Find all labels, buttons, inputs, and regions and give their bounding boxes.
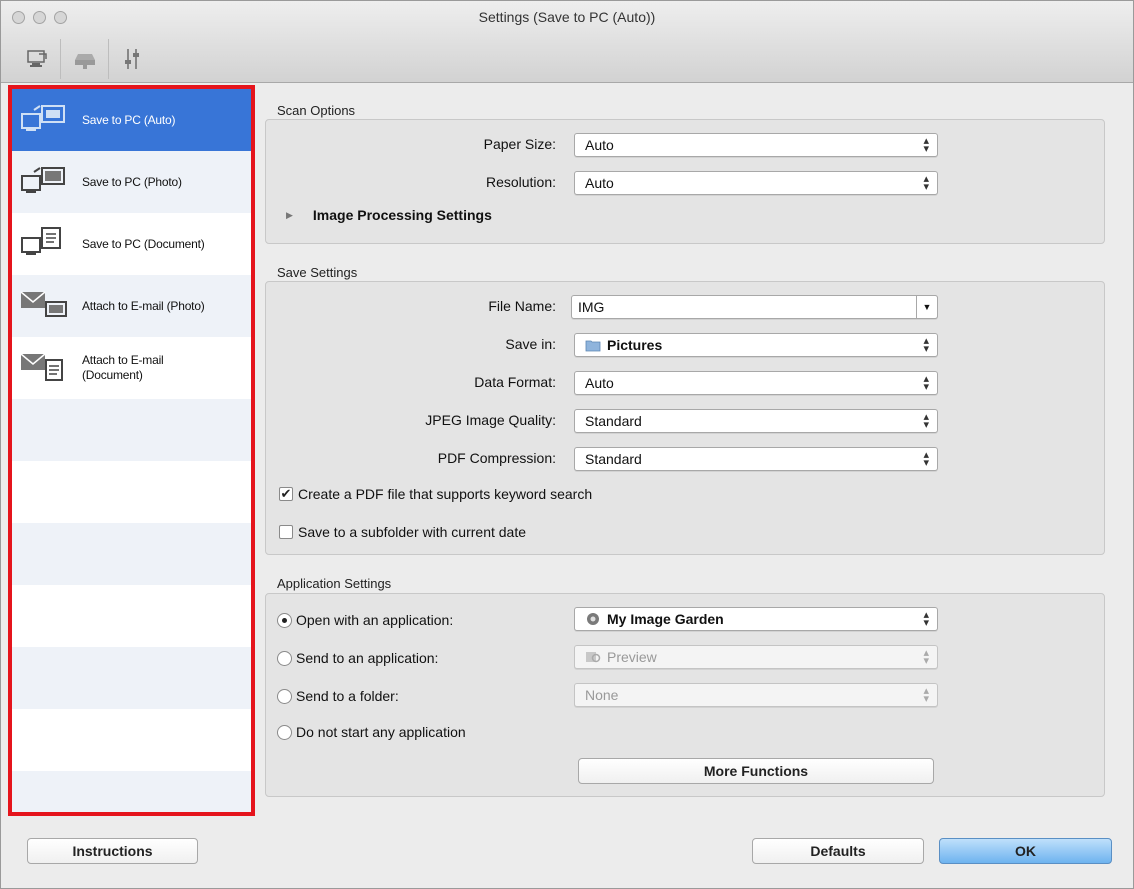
send-to-folder-radio[interactable]: Send to a folder: xyxy=(277,688,399,704)
title-bar: Settings (Save to PC (Auto)) xyxy=(1,1,1133,83)
keyword-search-checkbox[interactable]: ✔ Create a PDF file that supports keywor… xyxy=(279,486,592,502)
radio-selected-icon xyxy=(277,612,292,628)
application-settings-group: Open with an application: My Image Garde… xyxy=(265,593,1105,797)
ok-button[interactable]: OK xyxy=(939,838,1112,864)
more-functions-button[interactable]: More Functions xyxy=(578,758,934,784)
save-to-pc-photo-icon xyxy=(21,167,65,193)
send-to-app-select[interactable]: Preview ▴ ▾ xyxy=(574,645,938,669)
chevron-updown-icon: ▴ ▾ xyxy=(923,411,929,431)
instructions-button[interactable]: Instructions xyxy=(27,838,198,864)
chevron-updown-icon: ▴ ▾ xyxy=(923,373,929,393)
scan-from-computer-icon xyxy=(26,50,47,67)
folder-icon xyxy=(585,340,601,352)
tab-general-settings[interactable] xyxy=(109,39,157,79)
open-with-app-radio[interactable]: Open with an application: xyxy=(277,612,453,628)
save-settings-group: File Name: IMG ▼ Save in: Pictures ▴ ▾ Da… xyxy=(265,281,1105,555)
empty-list-row xyxy=(12,461,251,523)
sidebar-item-label: Attach to E-mail (Document) xyxy=(82,353,164,382)
empty-list-row xyxy=(12,399,251,461)
sidebar-item-save-to-pc-photo[interactable]: Save to PC (Photo) xyxy=(12,151,251,213)
save-to-pc-document-icon xyxy=(21,227,61,255)
save-in-label: Save in: xyxy=(505,336,556,352)
tab-scan-from-operation-panel[interactable] xyxy=(61,39,109,79)
resolution-label: Resolution: xyxy=(485,174,556,190)
defaults-button[interactable]: Defaults xyxy=(752,838,924,864)
chevron-updown-icon: ▴ ▾ xyxy=(923,609,929,629)
empty-list-row xyxy=(12,771,251,812)
preview-app-icon xyxy=(586,652,601,663)
sidebar-item-save-to-pc-document[interactable]: Save to PC (Document) xyxy=(12,213,251,275)
tab-scan-from-computer[interactable] xyxy=(13,39,61,79)
scan-from-operation-panel-icon xyxy=(74,54,95,69)
open-with-app-select[interactable]: My Image Garden ▴ ▾ xyxy=(574,607,938,631)
jpeg-quality-label: JPEG Image Quality: xyxy=(425,412,556,428)
toolbar xyxy=(13,39,157,79)
paper-size-select[interactable]: Auto ▴ ▾ xyxy=(574,133,938,157)
do-not-start-radio[interactable]: Do not start any application xyxy=(277,724,466,740)
send-to-folder-select[interactable]: None ▴ ▾ xyxy=(574,683,938,707)
scan-type-list: Save to PC (Auto) Save to PC (Photo) Sav… xyxy=(8,85,255,816)
attach-email-document-icon xyxy=(20,353,63,381)
save-settings-title: Save Settings xyxy=(277,265,358,280)
pdf-compression-select[interactable]: Standard ▴ ▾ xyxy=(574,447,938,471)
chevron-updown-icon: ▴ ▾ xyxy=(923,647,929,667)
radio-unselected-icon xyxy=(277,688,292,704)
sidebar-item-label: Attach to E-mail (Photo) xyxy=(82,298,205,313)
my-image-garden-icon xyxy=(587,613,599,625)
resolution-select[interactable]: Auto ▴ ▾ xyxy=(574,171,938,195)
scan-options-group: Paper Size: Auto ▴ ▾ Resolution: Auto ▴ ▾ … xyxy=(265,119,1105,244)
radio-unselected-icon xyxy=(277,724,292,740)
empty-list-row xyxy=(12,647,251,709)
file-name-label: File Name: xyxy=(488,298,556,314)
chevron-updown-icon: ▴ ▾ xyxy=(923,335,929,355)
attach-email-photo-icon xyxy=(20,291,67,317)
send-to-app-radio[interactable]: Send to an application: xyxy=(277,650,438,666)
empty-list-row xyxy=(12,585,251,647)
chevron-updown-icon: ▴ ▾ xyxy=(923,173,929,193)
paper-size-label: Paper Size: xyxy=(483,136,556,152)
empty-list-row xyxy=(12,709,251,771)
data-format-label: Data Format: xyxy=(474,374,556,390)
save-to-pc-auto-icon xyxy=(21,105,65,131)
disclosure-triangle-icon: ▶ xyxy=(286,209,293,220)
sidebar-item-attach-email-document[interactable]: Attach to E-mail (Document) xyxy=(12,337,251,399)
data-format-select[interactable]: Auto ▴ ▾ xyxy=(574,371,938,395)
dropdown-arrow-icon[interactable]: ▼ xyxy=(916,295,938,319)
chevron-updown-icon: ▴ ▾ xyxy=(923,135,929,155)
sidebar-item-label: Save to PC (Document) xyxy=(82,236,205,251)
radio-unselected-icon xyxy=(277,650,292,666)
scan-options-title: Scan Options xyxy=(277,103,356,118)
window-title: Settings (Save to PC (Auto)) xyxy=(478,9,656,25)
image-processing-disclosure[interactable]: ▶ Image Processing Settings xyxy=(286,207,492,223)
sidebar-item-label: Save to PC (Auto) xyxy=(82,112,176,127)
pdf-compression-label: PDF Compression: xyxy=(437,450,556,466)
chevron-updown-icon: ▴ ▾ xyxy=(923,685,929,705)
empty-checkbox-icon xyxy=(279,525,293,539)
settings-window: Settings (Save to PC (Auto)) Save to PC … xyxy=(0,0,1134,889)
general-settings-icon xyxy=(125,49,139,69)
sidebar-item-save-to-pc-auto[interactable]: Save to PC (Auto) xyxy=(12,89,251,151)
checkmark-icon: ✔ xyxy=(279,486,293,501)
file-name-combo[interactable]: IMG ▼ xyxy=(571,295,938,319)
chevron-updown-icon: ▴ ▾ xyxy=(923,449,929,469)
empty-list-row xyxy=(12,523,251,585)
sidebar-item-attach-email-photo[interactable]: Attach to E-mail (Photo) xyxy=(12,275,251,337)
jpeg-quality-select[interactable]: Standard ▴ ▾ xyxy=(574,409,938,433)
subfolder-date-checkbox[interactable]: Save to a subfolder with current date xyxy=(279,524,526,540)
save-in-select[interactable]: Pictures ▴ ▾ xyxy=(574,333,938,357)
application-settings-title: Application Settings xyxy=(277,576,392,591)
sidebar-item-label: Save to PC (Photo) xyxy=(82,174,182,189)
